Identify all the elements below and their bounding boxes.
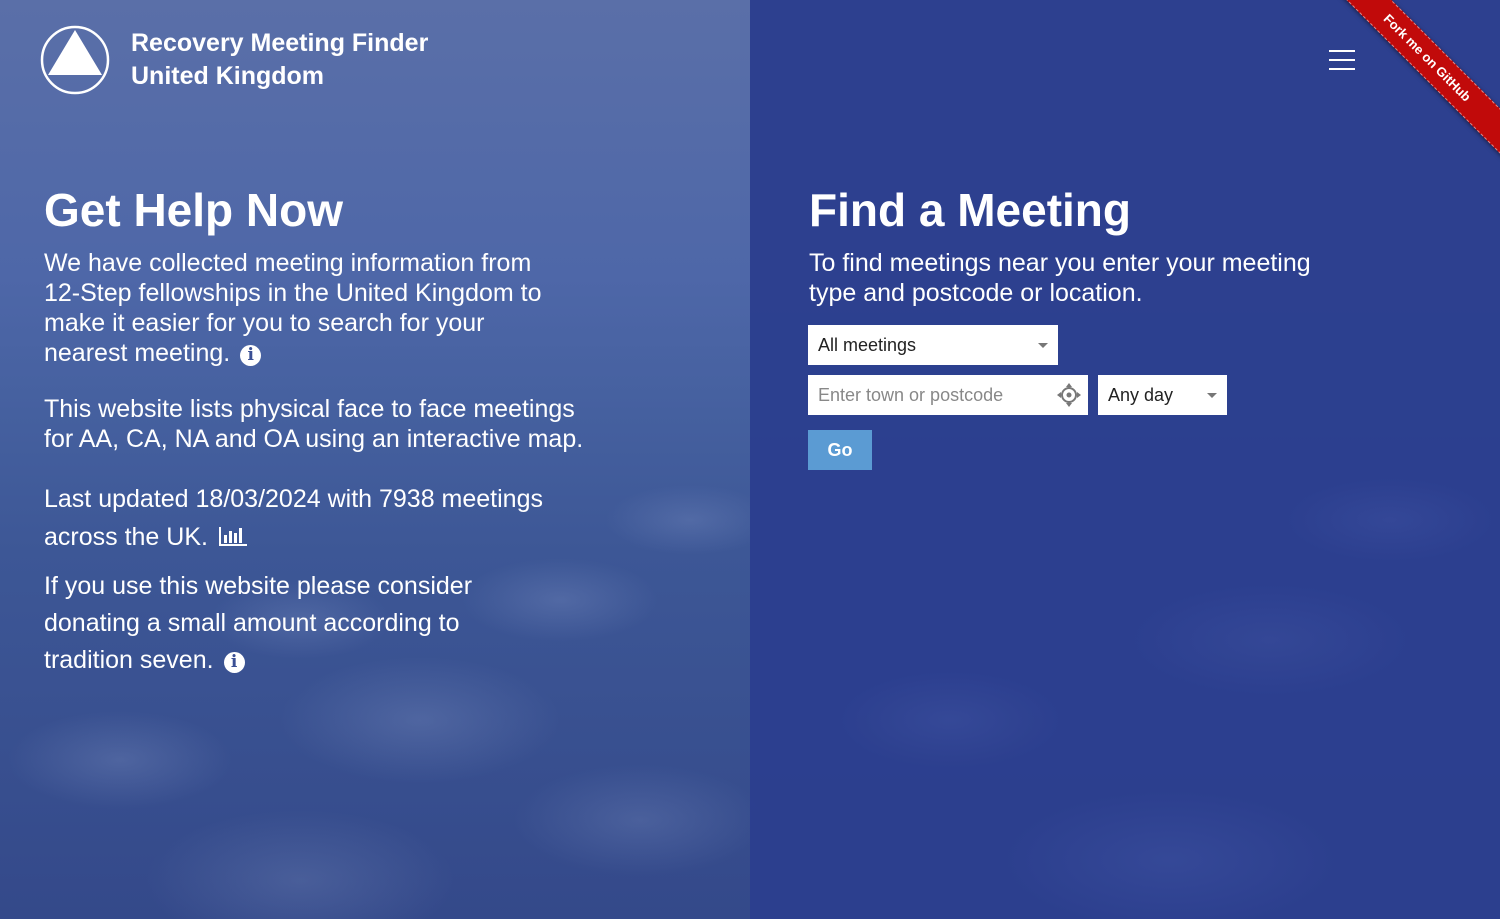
donation-paragraph: If you use this website please consider … xyxy=(44,568,514,679)
go-button[interactable]: Go xyxy=(808,430,872,470)
find-meeting-description: To find meetings near you enter your mee… xyxy=(809,249,1311,307)
page: Recovery Meeting Finder United Kingdom F… xyxy=(0,0,1500,919)
location-search-input[interactable] xyxy=(808,375,1048,415)
info-icon[interactable]: i xyxy=(240,345,262,366)
meeting-type-select[interactable]: All meetings xyxy=(808,325,1058,365)
intro-text: We have collected meeting information fr… xyxy=(44,249,542,367)
crosshair-location-icon[interactable] xyxy=(1057,383,1081,407)
get-help-heading: Get Help Now xyxy=(44,184,344,236)
brand-title: Recovery Meeting Finder xyxy=(131,29,429,57)
get-help-section: Get Help Now We have collected meeting i… xyxy=(44,180,604,679)
intro-paragraph: We have collected meeting information fr… xyxy=(44,248,574,368)
day-select[interactable]: Any day xyxy=(1098,375,1227,415)
day-value: Any day xyxy=(1108,385,1174,405)
last-updated-paragraph: Last updated 18/03/2024 with 7938 meetin… xyxy=(44,480,574,556)
find-meeting-heading: Find a Meeting xyxy=(809,184,1131,236)
meeting-type-value: All meetings xyxy=(818,335,917,355)
donation-text: If you use this website please consider … xyxy=(44,572,473,674)
brand-subtitle: United Kingdom xyxy=(131,62,325,90)
location-search-field xyxy=(808,375,1088,415)
find-meeting-section: Find a Meeting To find meetings near you… xyxy=(809,180,1349,308)
donation-info-icon[interactable]: i xyxy=(223,652,245,673)
listing-paragraph: This website lists physical face to face… xyxy=(44,395,584,453)
chevron-down-icon xyxy=(1038,343,1048,348)
site-brand[interactable]: Recovery Meeting Finder United Kingdom xyxy=(131,27,428,93)
triangle-in-circle-logo[interactable] xyxy=(40,25,110,95)
last-updated-text: Last updated 18/03/2024 with 7938 meetin… xyxy=(44,485,543,551)
chevron-down-icon xyxy=(1207,393,1217,398)
bar-chart-icon[interactable] xyxy=(218,525,248,547)
hamburger-menu-icon[interactable] xyxy=(1329,50,1355,70)
